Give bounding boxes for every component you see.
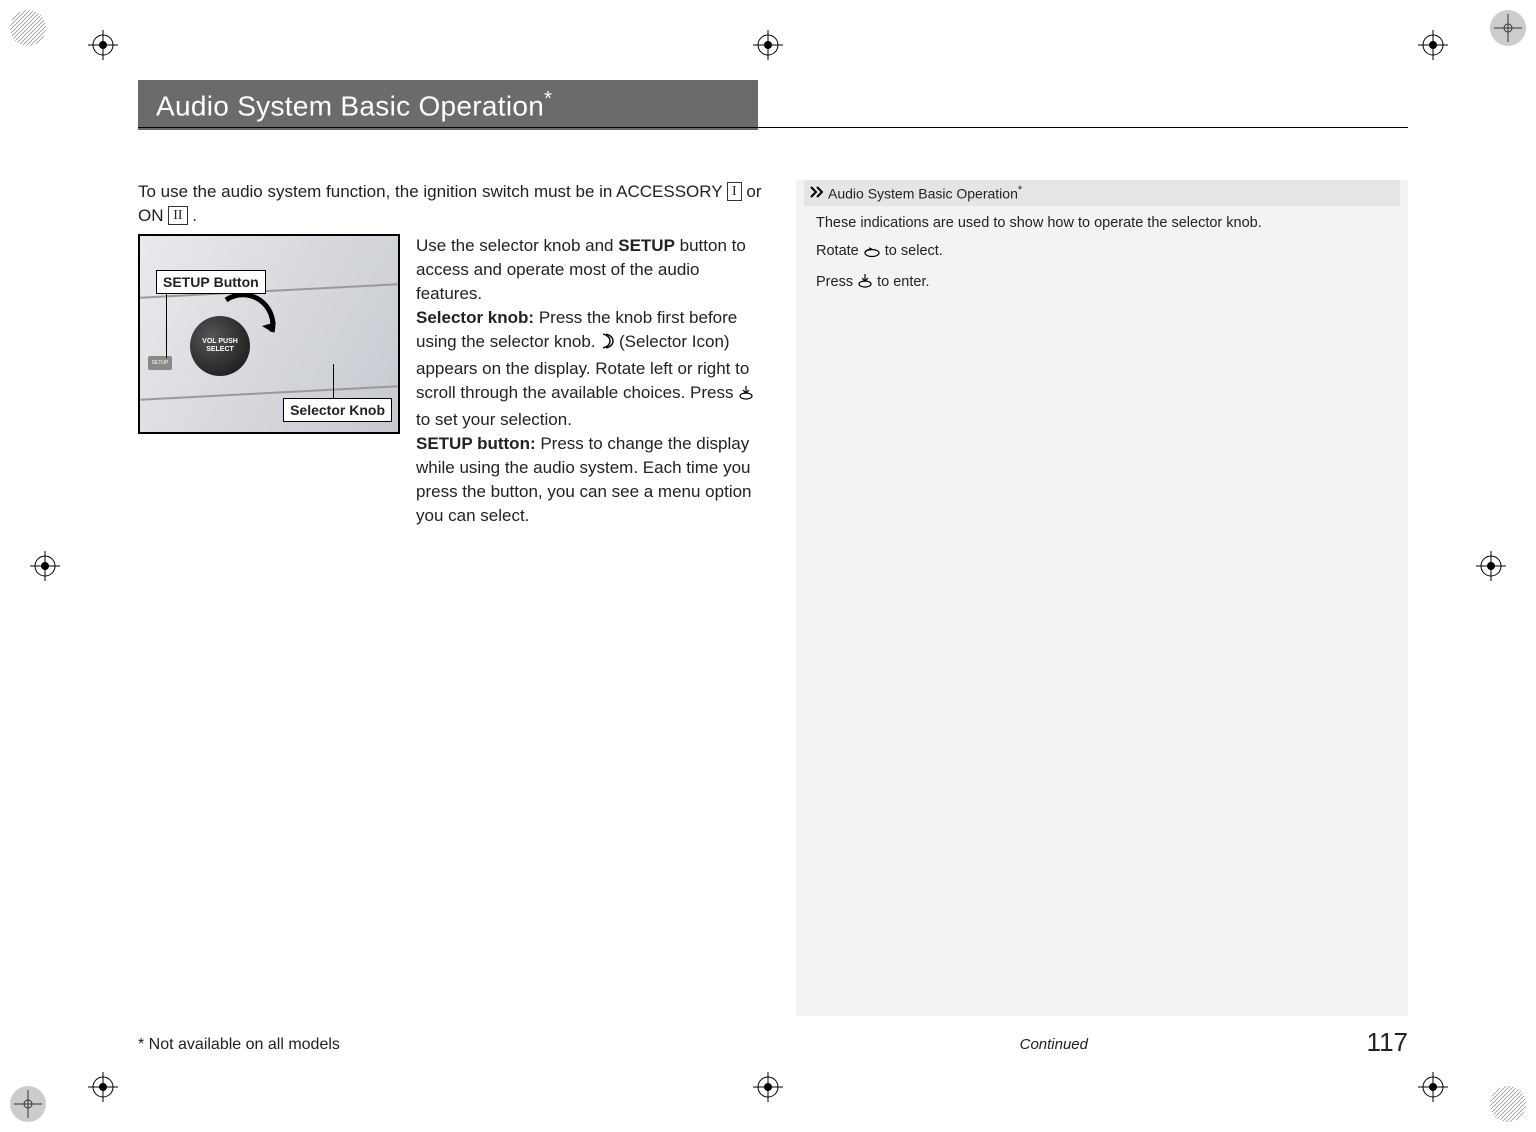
continued-label: Continued: [1020, 1036, 1088, 1053]
sidebar-line3a: Press: [816, 274, 857, 290]
registration-mark-tl: [88, 30, 118, 60]
crop-corner-tr: [1488, 8, 1528, 48]
sidebar-line3b: to enter.: [877, 274, 929, 290]
callout-setup-button: SETUP Button: [156, 270, 266, 294]
chapter-title-text: Audio System Basic Operation: [156, 90, 544, 121]
rotate-icon: [863, 243, 881, 265]
setup-button-graphic: SETUP: [148, 356, 172, 370]
page-content: Audio System Basic Operation* Features T…: [130, 60, 1406, 1072]
p2-d: to set your selection.: [416, 410, 572, 429]
callout-leader: [166, 288, 167, 358]
chapter-title: Audio System Basic Operation*: [156, 88, 552, 122]
registration-mark-tr: [1418, 30, 1448, 60]
crop-corner-br: [1488, 1084, 1528, 1124]
paragraph-2: Selector knob: Press the knob first befo…: [416, 306, 768, 432]
ignition-on-icon: II: [168, 206, 187, 225]
header-rule: [138, 127, 1408, 128]
press-enter-icon: [857, 273, 873, 296]
main-text-block: Use the selector knob and SETUP button t…: [416, 234, 768, 528]
main-column: To use the audio system function, the ig…: [138, 180, 768, 1016]
audio-panel-figure: VOL PUSH SELECT SETUP SETUP Button Selec…: [138, 234, 400, 434]
registration-mark-left: [30, 551, 60, 581]
sidebar-line3: Press to enter.: [816, 271, 1394, 296]
double-chevron-icon: [810, 185, 824, 201]
p1-a: Use the selector knob and: [416, 236, 618, 255]
callout-setup-bold: SETUP: [163, 274, 210, 290]
p2-heading: Selector knob:: [416, 308, 534, 327]
figure-and-text-row: VOL PUSH SELECT SETUP SETUP Button Selec…: [138, 234, 768, 528]
rotation-arrow-icon: [216, 292, 286, 352]
press-enter-icon: [738, 384, 754, 408]
print-page: Audio System Basic Operation* Features T…: [0, 0, 1536, 1132]
paragraph-3: SETUP button: Press to change the displa…: [416, 432, 768, 528]
page-number: 117: [1367, 1027, 1408, 1058]
sidebar-heading-ast: *: [1018, 184, 1022, 196]
p3-heading: SETUP button:: [416, 434, 536, 453]
registration-mark-right: [1476, 551, 1506, 581]
intro-text-c: .: [192, 206, 197, 225]
sidebar-body: These indications are used to show how t…: [804, 206, 1400, 296]
ignition-accessory-icon: I: [727, 182, 742, 201]
selector-icon: [600, 332, 614, 357]
chapter-title-asterisk: *: [544, 88, 552, 110]
page-footer: * Not available on all models Continued …: [138, 1036, 1408, 1054]
registration-mark-br: [1418, 1072, 1448, 1102]
sidebar-line2a: Rotate: [816, 243, 863, 259]
sidebar-heading-text: Audio System Basic Operation*: [828, 184, 1022, 202]
callout-selector-knob: Selector Knob: [283, 398, 392, 422]
sidebar-line2: Rotate to select.: [816, 240, 1394, 265]
body-columns: To use the audio system function, the ig…: [138, 180, 1408, 1016]
intro-text-a: To use the audio system function, the ig…: [138, 182, 727, 201]
p1-setup-bold: SETUP: [618, 236, 675, 255]
registration-mark-top: [753, 30, 783, 60]
callout-knob-text: Selector Knob: [290, 402, 385, 418]
sidebar-heading-main: Audio System Basic Operation: [828, 186, 1018, 202]
paragraph-1: Use the selector knob and SETUP button t…: [416, 234, 768, 306]
sidebar-line2b: to select.: [885, 243, 943, 259]
registration-mark-bottom: [753, 1072, 783, 1102]
sidebar-heading: Audio System Basic Operation*: [804, 180, 1400, 206]
crop-corner-bl: [8, 1084, 48, 1124]
sidebar-column: Audio System Basic Operation* These indi…: [796, 180, 1408, 1016]
crop-corner-tl: [8, 8, 48, 48]
footnote: * Not available on all models: [138, 1036, 340, 1054]
registration-mark-bl: [88, 1072, 118, 1102]
sidebar-line1: These indications are used to show how t…: [816, 212, 1394, 234]
intro-paragraph: To use the audio system function, the ig…: [138, 180, 768, 228]
chapter-title-bar: Audio System Basic Operation*: [138, 80, 758, 130]
